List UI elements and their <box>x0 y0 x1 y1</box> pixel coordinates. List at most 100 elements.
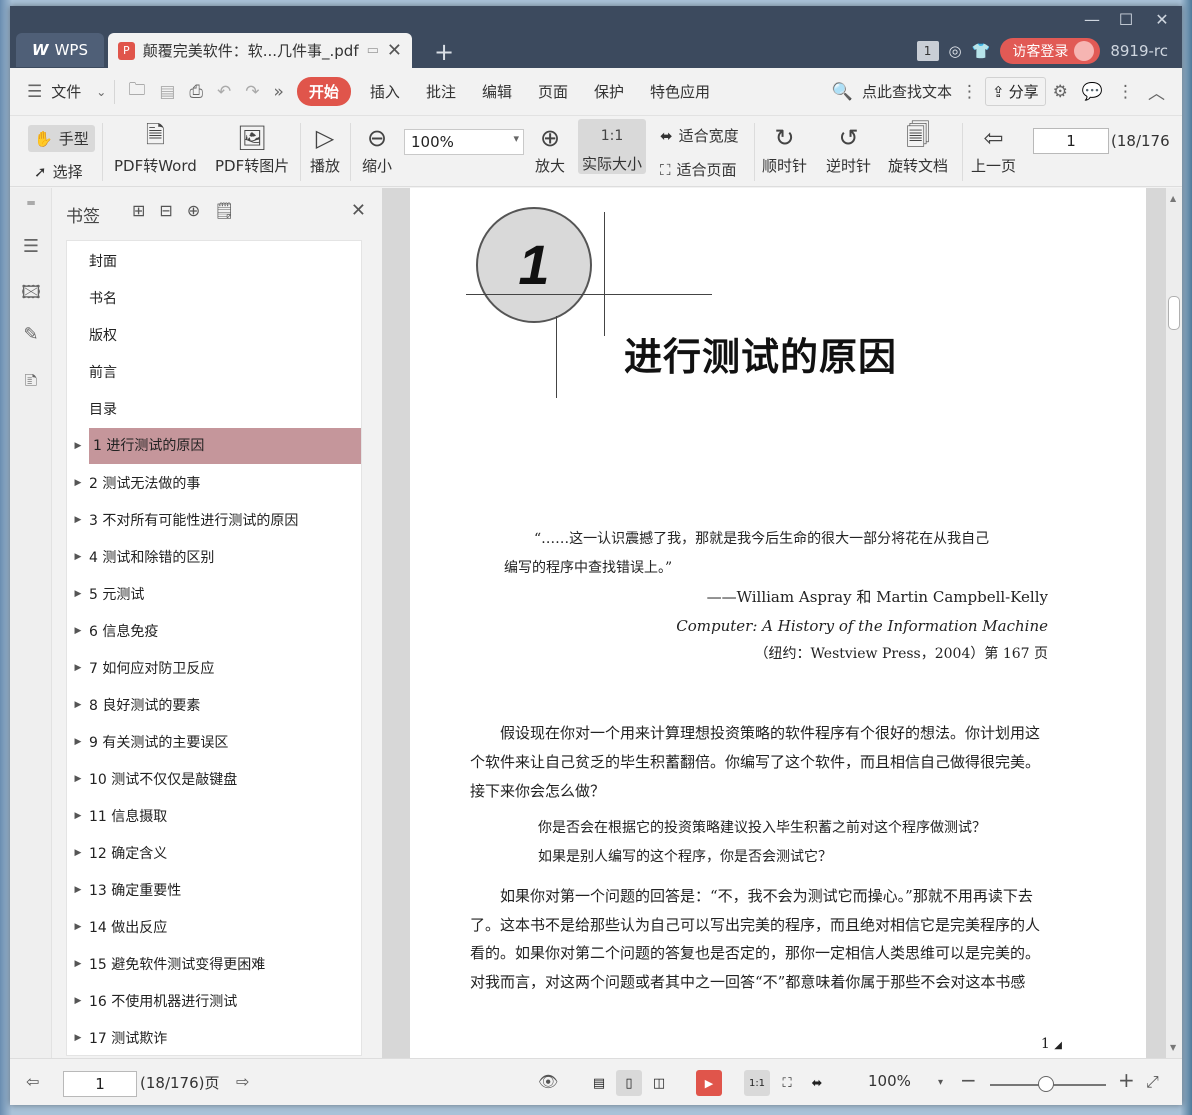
new-tab-button[interactable]: + <box>434 38 454 66</box>
minimize-icon[interactable]: — <box>1080 10 1104 29</box>
actual-size-status-icon[interactable]: 1:1 <box>744 1070 770 1096</box>
menu-item-features[interactable]: 特色应用 <box>637 81 723 102</box>
file-menu[interactable]: 文件 <box>49 81 94 102</box>
fit-page-button[interactable]: ⛶ 适合页面 <box>660 159 737 180</box>
settings-gear-icon[interactable]: ⚙ <box>1046 82 1075 102</box>
rotate-counterclockwise-button[interactable]: ↺ 逆时针 <box>826 121 871 176</box>
print-icon[interactable]: ⎙ <box>182 82 210 102</box>
play-slideshow-icon[interactable]: ▶ <box>696 1070 722 1096</box>
previous-page-button[interactable]: ⇦ 上一页 <box>971 121 1016 176</box>
status-zoom-value[interactable]: 100% <box>868 1072 911 1090</box>
menu-item-insert[interactable]: 插入 <box>357 81 413 102</box>
bookmark-item[interactable]: ▶ 10 测试不仅仅是敲键盘 <box>67 761 361 797</box>
window-count-badge[interactable]: 1 <box>916 41 939 61</box>
skin-icon[interactable]: ◎ <box>949 42 962 60</box>
search-text-button[interactable]: 点此查找文本 <box>860 81 954 102</box>
bookmark-item[interactable]: ▶ 16 不使用机器进行测试 <box>67 983 361 1019</box>
expand-triangle-icon[interactable]: ▶ <box>67 1033 89 1043</box>
continuous-view-icon[interactable]: ▤ <box>586 1070 612 1096</box>
document-scroll-thumb[interactable] <box>1168 296 1180 330</box>
expand-triangle-icon[interactable]: ▶ <box>67 589 89 599</box>
bookmark-item[interactable]: 前言 <box>67 354 361 390</box>
open-folder-icon[interactable]: 🗀 <box>121 77 152 106</box>
fit-width-status-icon[interactable]: ⬌ <box>804 1070 830 1096</box>
scroll-down-icon[interactable]: ▼ <box>1170 1043 1176 1052</box>
collapse-ribbon-icon[interactable]: ︿ <box>1141 79 1172 104</box>
bookmark-item[interactable]: 书名 <box>67 280 361 316</box>
zoom-select[interactable]: 100% ▾ <box>404 129 524 155</box>
login-button[interactable]: 访客登录 <box>1000 38 1101 64</box>
bookmark-item[interactable]: 封面 <box>67 243 361 279</box>
hamburger-icon[interactable]: ☰ <box>20 82 49 102</box>
bookmark-item[interactable]: ▶ 12 确定含义 <box>67 835 361 871</box>
zoom-slider-knob[interactable] <box>1038 1076 1054 1092</box>
more-chevron-icon[interactable]: » <box>267 82 291 102</box>
expand-triangle-icon[interactable]: ▶ <box>67 663 89 673</box>
single-page-view-icon[interactable]: ▯ <box>616 1070 642 1096</box>
expand-triangle-icon[interactable]: ▶ <box>67 811 89 821</box>
expand-triangle-icon[interactable]: ▶ <box>67 552 89 562</box>
rotate-document-button[interactable]: 🗐 旋转文档 <box>888 121 948 176</box>
menu-item-protect[interactable]: 保护 <box>581 81 637 102</box>
expand-triangle-icon[interactable]: ▶ <box>67 996 89 1006</box>
bookmark-item[interactable]: ▶ 1 进行测试的原因 <box>67 428 361 464</box>
zoom-out-minus-icon[interactable]: − <box>960 1068 977 1092</box>
bookmark-item[interactable]: ▶ 6 信息免疫 <box>67 613 361 649</box>
fullscreen-icon[interactable]: ⤢ <box>1146 1072 1159 1092</box>
status-page-input[interactable]: 1 <box>63 1071 137 1097</box>
thumbnail-icon[interactable]: 🖾 <box>20 280 42 303</box>
close-window-icon[interactable]: ✕ <box>1150 10 1174 29</box>
expand-triangle-icon[interactable]: ▶ <box>67 478 89 488</box>
page-number-input[interactable]: 1 <box>1033 128 1109 154</box>
expand-triangle-icon[interactable]: ▶ <box>67 959 89 969</box>
zoom-in-button[interactable]: ⊕ 放大 <box>535 121 565 176</box>
attachment-icon[interactable]: 🗈 <box>20 368 42 391</box>
bookmark-item[interactable]: 目录 <box>67 391 361 427</box>
bookmark-item[interactable]: ▶ 8 良好测试的要素 <box>67 687 361 723</box>
rotate-clockwise-button[interactable]: ↻ 顺时针 <box>762 121 807 176</box>
play-button[interactable]: ▷ 播放 <box>310 121 340 176</box>
bookmark-item[interactable]: ▶ 11 信息摄取 <box>67 798 361 834</box>
zoom-out-button[interactable]: ⊖ 缩小 <box>362 121 392 176</box>
expand-triangle-icon[interactable]: ▶ <box>67 626 89 636</box>
redo-icon[interactable]: ↷ <box>238 82 266 102</box>
menu-item-start[interactable]: 开始 <box>296 77 351 106</box>
bookmark-item[interactable]: ▶ 2 测试无法做的事 <box>67 465 361 501</box>
menu-item-edit[interactable]: 编辑 <box>469 81 525 102</box>
annotation-icon[interactable]: ✎ <box>20 324 42 346</box>
monitor-icon[interactable]: ▭ <box>367 43 379 58</box>
expand-triangle-icon[interactable]: ▶ <box>67 515 89 525</box>
undo-icon[interactable]: ↶ <box>210 82 238 102</box>
document-scrollbar[interactable]: ▲ ▼ <box>1166 188 1182 1058</box>
expand-all-icon[interactable]: ⊞ <box>132 201 145 220</box>
more-menu-icon[interactable]: ⋮ <box>1110 82 1141 102</box>
kebab-icon[interactable]: ⋮ <box>954 82 985 102</box>
zoom-dropdown-icon[interactable]: ▾ <box>938 1077 943 1088</box>
bookmark-settings-icon[interactable]: 🗒 <box>214 201 234 220</box>
maximize-icon[interactable]: ☐ <box>1114 10 1138 29</box>
drag-handle-icon[interactable]: ═ <box>20 196 42 218</box>
bookmark-item[interactable]: ▶ 9 有关测试的主要误区 <box>67 724 361 760</box>
actual-size-button[interactable]: 1:1 实际大小 <box>578 119 647 174</box>
dual-page-view-icon[interactable]: ◫ <box>646 1070 672 1096</box>
expand-triangle-icon[interactable]: ▶ <box>67 774 89 784</box>
pdf-to-image-button[interactable]: 🖼 PDF转图片 <box>215 121 289 176</box>
menu-item-annotate[interactable]: 批注 <box>413 81 469 102</box>
fit-page-status-icon[interactable]: ⛶ <box>774 1070 800 1096</box>
expand-triangle-icon[interactable]: ▶ <box>67 700 89 710</box>
save-icon[interactable]: ▤ <box>152 82 182 102</box>
bookmark-item[interactable]: ▶ 14 做出反应 <box>67 909 361 945</box>
collapse-all-icon[interactable]: ⊟ <box>159 201 172 220</box>
bookmark-item[interactable]: ▶ 5 元测试 <box>67 576 361 612</box>
comment-icon[interactable]: 💬 <box>1075 82 1110 102</box>
bookmark-item[interactable]: ▶ 3 不对所有可能性进行测试的原因 <box>67 502 361 538</box>
zoom-in-plus-icon[interactable]: + <box>1118 1068 1135 1092</box>
expand-triangle-icon[interactable]: ▶ <box>67 922 89 932</box>
share-button[interactable]: ⇪ 分享 <box>984 77 1046 106</box>
expand-triangle-icon[interactable]: ▶ <box>67 848 89 858</box>
bookmark-item[interactable]: ▶ 7 如何应对防卫反应 <box>67 650 361 686</box>
shirt-icon[interactable]: 👕 <box>972 42 991 60</box>
bookmark-item[interactable]: ▶ 15 避免软件测试变得更困难 <box>67 946 361 982</box>
search-icon[interactable]: 🔍 <box>825 82 860 102</box>
expand-triangle-icon[interactable]: ▶ <box>67 737 89 747</box>
